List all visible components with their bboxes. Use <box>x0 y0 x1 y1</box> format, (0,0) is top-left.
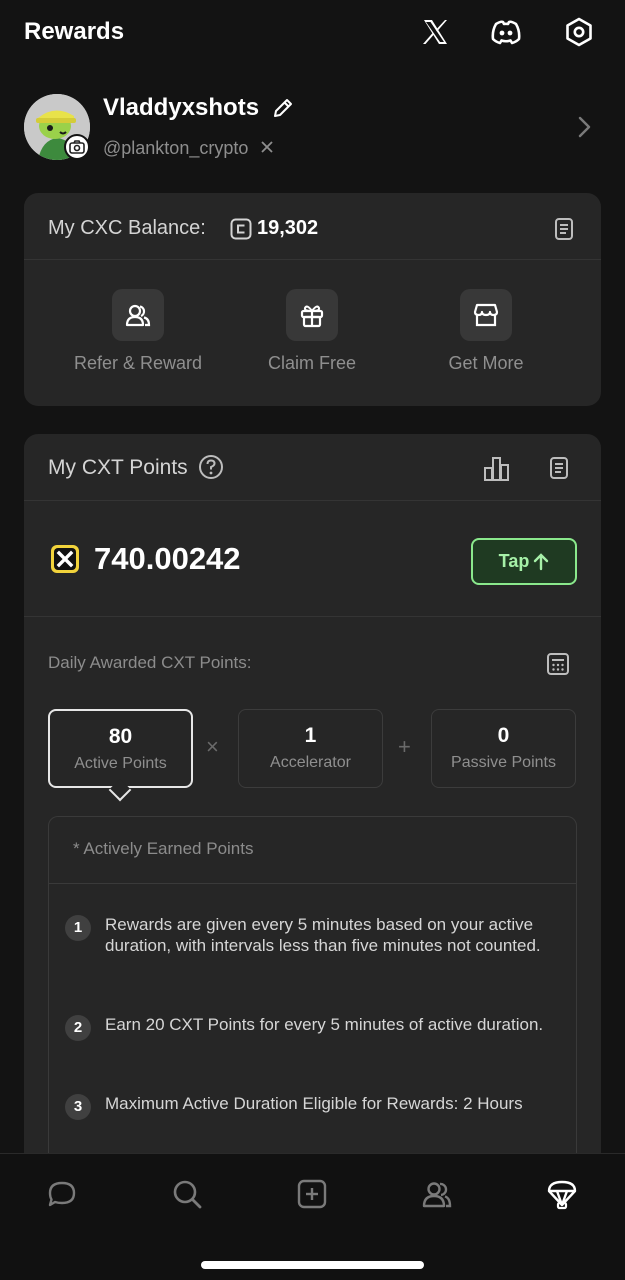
get-more-button[interactable]: Get More <box>406 289 566 389</box>
cxc-balance-card: My CXC Balance: 19,302 Refer & Reward Cl… <box>24 193 601 406</box>
bottom-navigation <box>0 1153 625 1280</box>
settings-hex-icon[interactable] <box>562 15 596 49</box>
x-logo-icon[interactable] <box>418 15 452 49</box>
search-icon[interactable] <box>171 1178 203 1210</box>
multiply-operator: × <box>206 734 219 759</box>
rewards-icon[interactable] <box>546 1178 578 1210</box>
chevron-right-icon[interactable] <box>573 114 595 140</box>
points-title: My CXT Points <box>48 456 188 479</box>
active-points-tile[interactable]: 80 Active Points <box>48 709 193 802</box>
help-icon[interactable] <box>198 454 224 480</box>
rule-number: 3 <box>65 1094 91 1120</box>
tile-pointer <box>108 778 132 802</box>
rule-number: 2 <box>65 1015 91 1041</box>
camera-icon[interactable] <box>64 134 90 160</box>
active-points-value: 80 <box>108 725 133 748</box>
get-more-label: Get More <box>448 353 524 373</box>
arrow-up-icon <box>533 552 549 571</box>
refer-reward-button[interactable]: Refer & Reward <box>58 289 218 389</box>
divider <box>24 616 601 617</box>
document-icon[interactable] <box>547 456 571 480</box>
accelerator-value: 1 <box>304 724 317 747</box>
cxt-points-value: 740.00242 <box>94 541 241 576</box>
document-icon[interactable] <box>552 217 576 241</box>
tap-label: Tap <box>498 551 530 571</box>
user-handle: @plankton_crypto <box>103 138 249 158</box>
claim-free-button[interactable]: Claim Free <box>232 289 392 389</box>
balance-label: My CXC Balance: <box>48 217 206 239</box>
accelerator-label: Accelerator <box>270 754 351 771</box>
store-icon <box>460 289 512 341</box>
community-icon[interactable] <box>421 1178 453 1210</box>
info-title: * Actively Earned Points <box>73 839 254 858</box>
refer-reward-label: Refer & Reward <box>73 353 203 373</box>
x-small-icon <box>260 140 274 154</box>
chat-icon[interactable] <box>46 1178 78 1210</box>
divider <box>49 883 576 884</box>
pencil-icon[interactable] <box>271 96 295 120</box>
passive-points-label: Passive Points <box>451 754 556 771</box>
daily-awarded-label: Daily Awarded CXT Points: <box>48 653 252 672</box>
rule-text: Rewards are given every 5 minutes based … <box>105 915 541 955</box>
profile-row[interactable]: Vladdyxshots @plankton_crypto <box>24 92 601 164</box>
users-icon <box>112 289 164 341</box>
claim-free-label: Claim Free <box>267 353 356 373</box>
balance-value: 19,302 <box>257 217 319 239</box>
rule-number: 1 <box>65 915 91 941</box>
bar-chart-icon[interactable] <box>483 454 511 482</box>
active-points-label: Active Points <box>74 755 167 772</box>
passive-points-value: 0 <box>497 724 510 747</box>
calculator-icon[interactable] <box>545 651 571 677</box>
cxc-coin-icon <box>230 218 252 240</box>
rule-text: Maximum Active Duration Eligible for Rew… <box>105 1094 523 1113</box>
page-title: Rewards <box>24 18 125 45</box>
divider <box>24 500 601 501</box>
home-indicator <box>201 1261 424 1269</box>
cxt-token-icon <box>50 544 80 574</box>
display-name: Vladdyxshots <box>103 94 260 121</box>
passive-points-tile[interactable]: 0 Passive Points <box>431 709 576 788</box>
rule-text: Earn 20 CXT Points for every 5 minutes o… <box>105 1015 544 1034</box>
cxt-points-card: My CXT Points 740.00242 Tap Daily Awarde… <box>24 434 601 1216</box>
tap-button[interactable]: Tap <box>471 538 577 585</box>
create-icon[interactable] <box>296 1178 328 1210</box>
discord-icon[interactable] <box>489 15 523 49</box>
gift-icon <box>286 289 338 341</box>
accelerator-tile[interactable]: 1 Accelerator <box>238 709 383 788</box>
app-header: Rewards <box>0 0 625 70</box>
plus-operator: + <box>398 734 411 759</box>
divider <box>24 259 601 260</box>
